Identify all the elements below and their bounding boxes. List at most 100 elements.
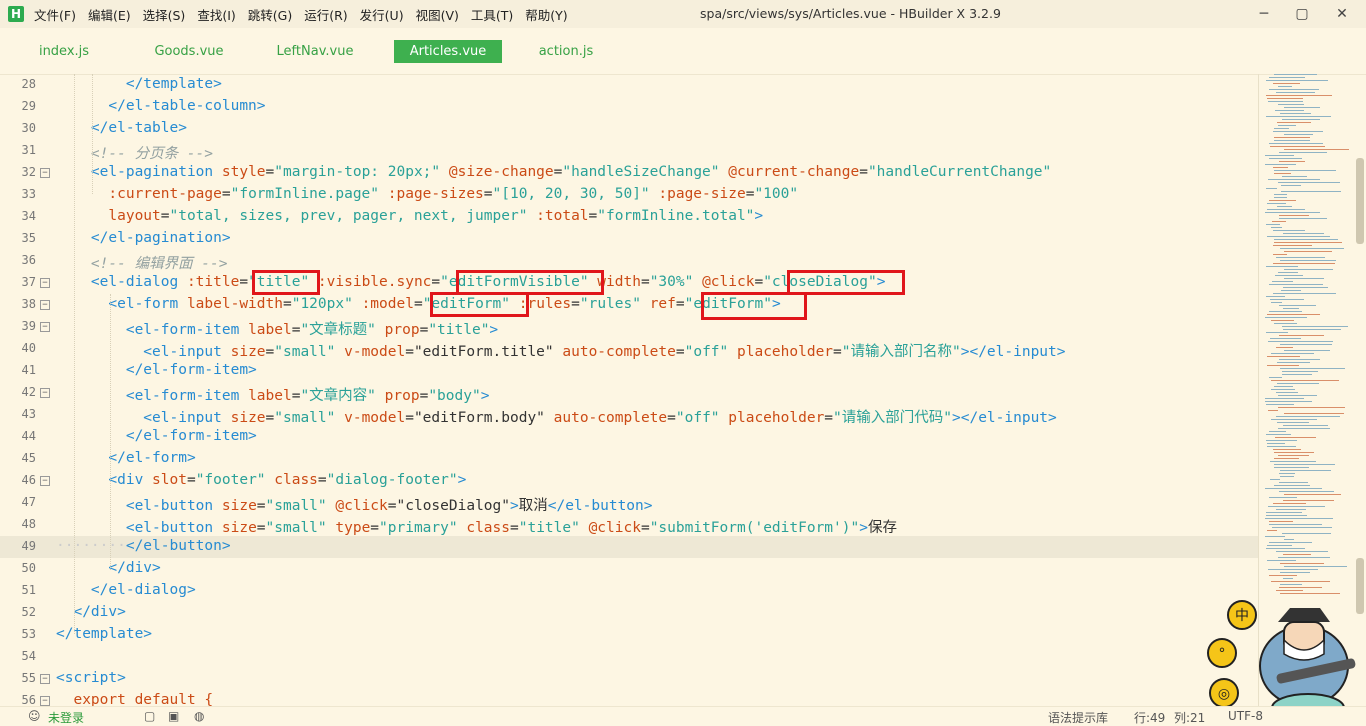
code-line[interactable]: 30 </el-table> <box>0 118 1258 140</box>
code-line[interactable]: 44 </el-form-item> <box>0 426 1258 448</box>
code-line[interactable]: 41 </el-form-item> <box>0 360 1258 382</box>
code-line[interactable]: 46− <div slot="footer" class="dialog-foo… <box>0 470 1258 492</box>
line-number: 40 <box>21 341 36 355</box>
syntax-hint-library[interactable]: 语法提示库 <box>1048 709 1108 726</box>
minimap-line <box>1280 572 1310 573</box>
user-icon[interactable]: ☺ <box>28 709 41 723</box>
fold-toggle-icon[interactable]: − <box>40 476 50 486</box>
minimap-line <box>1278 407 1345 408</box>
login-status[interactable]: 未登录 <box>48 709 84 726</box>
code-line[interactable]: 40 <el-input size="small" v-model="editF… <box>0 338 1258 360</box>
window-icon[interactable]: ▢ <box>144 709 155 723</box>
code-line[interactable]: 45 </el-form> <box>0 448 1258 470</box>
browser-icon[interactable]: ◍ <box>194 709 204 723</box>
code-token: "small" <box>274 344 336 360</box>
fold-toggle-icon[interactable]: − <box>40 388 50 398</box>
code-token: = <box>317 472 327 488</box>
code-line[interactable]: 48 <el-button size="small" type="primary… <box>0 514 1258 536</box>
code-token: = <box>186 472 196 488</box>
code-line[interactable]: 28 </template> <box>0 74 1258 96</box>
code-line[interactable]: 31 <!-- 分页条 --> <box>0 140 1258 162</box>
code-line[interactable]: 55− <script> <box>0 668 1258 690</box>
minimap-line <box>1273 167 1288 168</box>
menu-item[interactable]: 帮助(Y) <box>525 5 567 24</box>
code-line[interactable]: 34 layout="total, sizes, prev, pager, ne… <box>0 206 1258 228</box>
file-encoding[interactable]: UTF-8 <box>1228 709 1263 723</box>
menu-item[interactable]: 运行(R) <box>304 5 347 24</box>
code-token: 取消 <box>518 498 548 514</box>
code-token: "editForm.body" <box>413 410 545 426</box>
code-line[interactable]: 49 ········</el-button> <box>0 536 1258 558</box>
code-line[interactable]: 54 <box>0 646 1258 668</box>
code-token: placeholder <box>728 410 825 426</box>
minimap-line <box>1284 251 1332 252</box>
tab-leftnav-vue[interactable]: LeftNav.vue <box>264 40 366 63</box>
code-token: </el-form-item> <box>56 362 257 378</box>
code-token: "primary" <box>379 520 458 536</box>
code-line[interactable]: 56− export default { <box>0 690 1258 706</box>
fold-toggle-icon[interactable]: − <box>40 300 50 310</box>
code-token: "文章标题" <box>300 322 376 338</box>
minimap-line <box>1284 278 1324 279</box>
code-line[interactable]: 50 </div> <box>0 558 1258 580</box>
minimap-line <box>1273 254 1287 255</box>
minimap-line <box>1276 416 1340 417</box>
minimap-line <box>1271 320 1294 321</box>
code-line[interactable]: 39− <el-form-item label="文章标题" prop="tit… <box>0 316 1258 338</box>
menu-item[interactable]: 文件(F) <box>34 5 76 24</box>
code-line[interactable]: 35 </el-pagination> <box>0 228 1258 250</box>
minimap-line <box>1273 131 1323 132</box>
code-line[interactable]: 43 <el-input size="small" v-model="editF… <box>0 404 1258 426</box>
tab-action-js[interactable]: action.js <box>528 40 604 63</box>
code-line[interactable]: 52 </div> <box>0 602 1258 624</box>
line-number: 29 <box>21 99 36 113</box>
tab-index-js[interactable]: index.js <box>22 40 106 63</box>
fold-toggle-icon[interactable]: − <box>40 674 50 684</box>
tab-goods-vue[interactable]: Goods.vue <box>142 40 236 63</box>
menu-item[interactable]: 查找(I) <box>197 5 235 24</box>
minimap-line <box>1265 317 1307 318</box>
menu-item[interactable]: 编辑(E) <box>88 5 131 24</box>
code-line[interactable]: 37− <el-dialog :title="title" :visible.s… <box>0 272 1258 294</box>
menu-item[interactable]: 视图(V) <box>416 5 459 24</box>
menu-item[interactable]: 跳转(G) <box>248 5 292 24</box>
tab-articles-vue[interactable]: Articles.vue <box>394 40 502 63</box>
fold-toggle-icon[interactable]: − <box>40 168 50 178</box>
fold-toggle-icon[interactable]: − <box>40 278 50 288</box>
code-token: @click <box>702 274 755 290</box>
minimap-line <box>1265 518 1333 519</box>
line-number: 51 <box>21 583 36 597</box>
terminal-icon[interactable]: ▣ <box>168 709 179 723</box>
code-line[interactable]: 38− <el-form label-width="120px" :model=… <box>0 294 1258 316</box>
code-line[interactable]: 53 </template> <box>0 624 1258 646</box>
minimap-line <box>1270 338 1301 339</box>
code-line[interactable]: 36 <!-- 编辑界面 --> <box>0 250 1258 272</box>
menu-item[interactable]: 选择(S) <box>143 5 186 24</box>
maximize-icon[interactable]: ▢ <box>1292 4 1312 24</box>
code-line[interactable]: 33 :current-page="formInline.page" :page… <box>0 184 1258 206</box>
code-line[interactable]: 29 </el-table-column> <box>0 96 1258 118</box>
fold-toggle-icon[interactable]: − <box>40 322 50 332</box>
menu-item[interactable]: 发行(U) <box>360 5 404 24</box>
minimize-icon[interactable]: ─ <box>1254 4 1274 24</box>
close-icon[interactable]: ✕ <box>1332 4 1352 24</box>
code-token: = <box>405 344 414 360</box>
vertical-scrollbar-thumb[interactable] <box>1356 158 1364 244</box>
code-token: slot <box>152 472 187 488</box>
minimap-line <box>1280 476 1294 477</box>
code-editor[interactable]: 28 </template> 29 </el-table-column> 30 </… <box>0 74 1258 706</box>
code-token: class <box>274 472 318 488</box>
code-token: <el-form-item <box>56 322 249 338</box>
fold-toggle-icon[interactable]: − <box>40 696 50 706</box>
minimap-line <box>1269 377 1282 378</box>
code-line[interactable]: 32− <el-pagination style="margin-top: 20… <box>0 162 1258 184</box>
code-line[interactable]: 42− <el-form-item label="文章内容" prop="bod… <box>0 382 1258 404</box>
code-line[interactable]: 51 </el-dialog> <box>0 580 1258 602</box>
code-line[interactable]: 47 <el-button size="small" @click="close… <box>0 492 1258 514</box>
minimap-line <box>1273 230 1305 231</box>
menu-item[interactable]: 工具(T) <box>471 5 513 24</box>
minimap-line <box>1280 584 1302 585</box>
code-token: "rules" <box>579 296 641 312</box>
minimap-line <box>1273 263 1335 264</box>
